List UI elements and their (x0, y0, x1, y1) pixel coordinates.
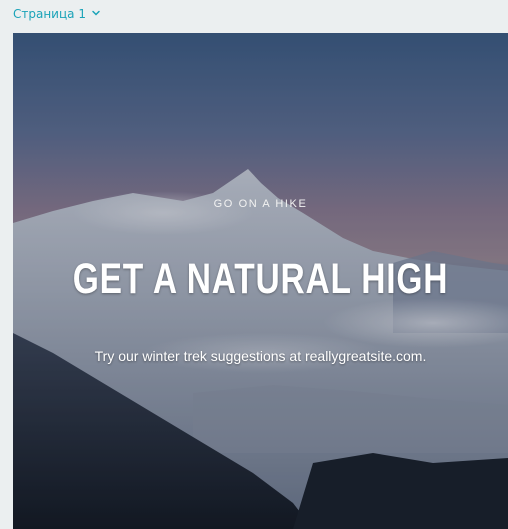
page-selector-label: Страница 1 (13, 7, 86, 21)
chevron-down-icon (91, 7, 101, 21)
page-selector[interactable]: Страница 1 (13, 7, 101, 21)
subtext[interactable]: Try our winter trek suggestions at reall… (13, 348, 508, 364)
headline-text[interactable]: GET A NATURAL HIGH (67, 255, 453, 304)
eyebrow-text[interactable]: GO ON A HIKE (13, 198, 508, 210)
design-canvas[interactable]: GO ON A HIKE GET A NATURAL HIGH Try our … (13, 33, 508, 529)
